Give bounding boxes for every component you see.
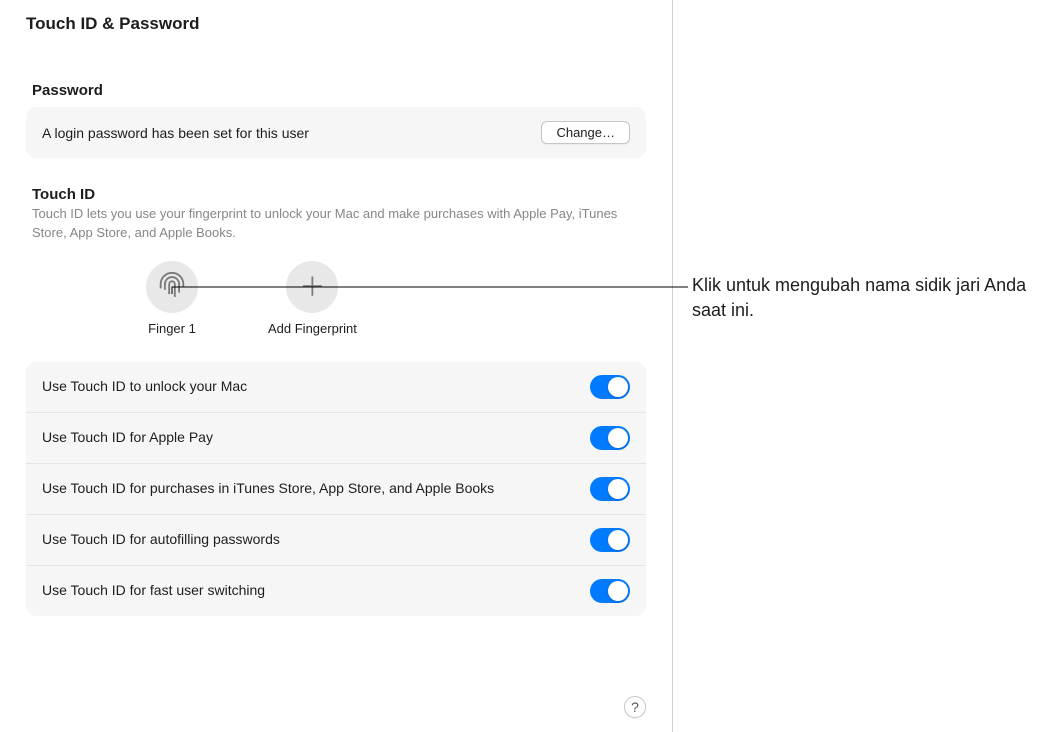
- fingerprints-row: Finger 1 ＋ Add Fingerprint: [26, 243, 646, 336]
- callout-text: Klik untuk mengubah nama sidik jari Anda…: [692, 273, 1052, 323]
- password-section-title: Password: [26, 52, 646, 107]
- fingerprint-icon: [146, 261, 198, 313]
- touchid-header: Touch ID Touch ID lets you use your fing…: [26, 158, 646, 243]
- toggle-row-unlock-mac: Use Touch ID to unlock your Mac: [26, 362, 646, 413]
- callout-annotation: Klik untuk mengubah nama sidik jari Anda…: [692, 273, 1052, 323]
- toggle-row-purchases: Use Touch ID for purchases in iTunes Sto…: [26, 464, 646, 515]
- toggle-label: Use Touch ID for purchases in iTunes Sto…: [42, 479, 494, 499]
- plus-icon: ＋: [286, 261, 338, 313]
- add-fingerprint-label: Add Fingerprint: [268, 321, 357, 336]
- touchid-description: Touch ID lets you use your fingerprint t…: [32, 203, 640, 243]
- toggle-apple-pay[interactable]: [590, 426, 630, 450]
- settings-panel: Touch ID & Password Password A login pas…: [0, 0, 673, 732]
- password-card: A login password has been set for this u…: [26, 107, 646, 158]
- toggle-user-switching[interactable]: [590, 579, 630, 603]
- add-fingerprint-button[interactable]: ＋ Add Fingerprint: [268, 261, 357, 336]
- password-status-text: A login password has been set for this u…: [42, 125, 309, 141]
- toggle-row-apple-pay: Use Touch ID for Apple Pay: [26, 413, 646, 464]
- toggle-label: Use Touch ID for autofilling passwords: [42, 530, 280, 550]
- help-button[interactable]: ?: [624, 696, 646, 718]
- content-area: Password A login password has been set f…: [0, 42, 672, 616]
- window-title: Touch ID & Password: [0, 0, 672, 42]
- toggle-list: Use Touch ID to unlock your Mac Use Touc…: [26, 362, 646, 616]
- toggle-autofill[interactable]: [590, 528, 630, 552]
- fingerprint-finger1[interactable]: Finger 1: [146, 261, 198, 336]
- fingerprint-label: Finger 1: [148, 321, 196, 336]
- toggle-row-user-switching: Use Touch ID for fast user switching: [26, 566, 646, 616]
- toggle-purchases[interactable]: [590, 477, 630, 501]
- toggle-label: Use Touch ID for Apple Pay: [42, 428, 213, 448]
- touchid-section-title: Touch ID: [32, 186, 640, 203]
- toggle-row-autofill: Use Touch ID for autofilling passwords: [26, 515, 646, 566]
- toggle-label: Use Touch ID for fast user switching: [42, 581, 265, 601]
- toggle-unlock-mac[interactable]: [590, 375, 630, 399]
- toggle-label: Use Touch ID to unlock your Mac: [42, 377, 247, 397]
- change-password-button[interactable]: Change…: [541, 121, 630, 144]
